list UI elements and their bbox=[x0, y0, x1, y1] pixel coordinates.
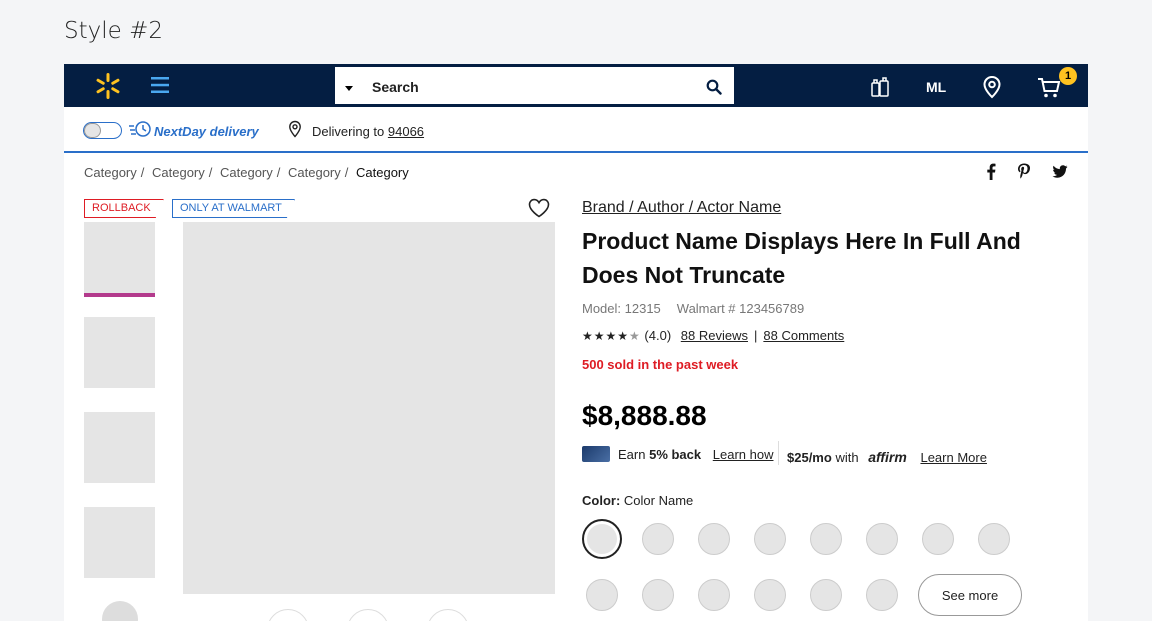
only-at-walmart-flag: ONLY AT WALMART bbox=[172, 199, 295, 218]
main-product-image[interactable] bbox=[183, 222, 555, 594]
rating-value: (4.0) bbox=[644, 328, 672, 343]
favorite-heart-icon[interactable] bbox=[528, 198, 550, 218]
color-swatch[interactable] bbox=[642, 579, 674, 611]
monthly-payment: $25/mo bbox=[787, 450, 832, 465]
with-text: with bbox=[835, 450, 859, 465]
color-swatch[interactable] bbox=[642, 523, 674, 555]
color-swatch[interactable] bbox=[586, 579, 618, 611]
brand-link[interactable]: Brand / Author / Actor Name bbox=[582, 199, 781, 217]
affirm-logo: affirm bbox=[868, 449, 907, 465]
department-dropdown-icon[interactable] bbox=[345, 86, 353, 91]
zip-code-link[interactable]: 94066 bbox=[388, 124, 424, 139]
facebook-icon[interactable] bbox=[986, 163, 996, 180]
page-heading: Style #2 bbox=[64, 18, 163, 44]
thumbnail-scroll-down-button[interactable] bbox=[102, 601, 138, 621]
thumbnail-image[interactable] bbox=[84, 412, 155, 483]
breadcrumb-item[interactable]: Category bbox=[288, 165, 341, 180]
thumbnail-image[interactable] bbox=[84, 317, 155, 388]
walmart-item-number: Walmart # 123456789 bbox=[676, 301, 805, 316]
search-icon[interactable] bbox=[706, 79, 722, 95]
selected-color-name: Color Name bbox=[623, 493, 694, 508]
color-swatch[interactable] bbox=[698, 579, 730, 611]
model-number: Model: 12315 bbox=[582, 301, 661, 316]
color-swatch[interactable] bbox=[754, 579, 786, 611]
color-swatch[interactable] bbox=[866, 523, 898, 555]
nextday-toggle[interactable] bbox=[83, 122, 122, 139]
breadcrumb-item[interactable]: Category bbox=[152, 165, 205, 180]
toggle-knob bbox=[84, 123, 101, 138]
twitter-icon[interactable] bbox=[1052, 163, 1068, 180]
image-pager-dot[interactable] bbox=[347, 609, 389, 621]
breadcrumb-item[interactable]: Category bbox=[84, 165, 137, 180]
search-bar[interactable]: Search bbox=[333, 65, 736, 106]
image-pager-dot[interactable] bbox=[267, 609, 309, 621]
color-swatch[interactable] bbox=[754, 523, 786, 555]
learn-more-link[interactable]: Learn More bbox=[920, 450, 986, 465]
breadcrumb-current: Category bbox=[356, 165, 409, 180]
color-label: Color: Color Name bbox=[582, 493, 694, 508]
reviews-link[interactable]: 88 Reviews bbox=[681, 328, 748, 343]
reorder-icon[interactable] bbox=[869, 75, 891, 99]
sold-count-note: 500 sold in the past week bbox=[582, 357, 739, 372]
location-pin-icon bbox=[289, 120, 301, 138]
color-swatch[interactable] bbox=[698, 523, 730, 555]
nextday-truck-icon bbox=[129, 121, 151, 137]
delivering-prefix: Delivering to bbox=[312, 124, 385, 139]
learn-how-link[interactable]: Learn how bbox=[713, 447, 774, 462]
color-swatch[interactable] bbox=[810, 523, 842, 555]
delivery-bar: NextDay delivery Delivering to 94066 bbox=[64, 107, 1088, 153]
product-price: $8,888.88 bbox=[582, 400, 707, 431]
thumbnail-selected-indicator bbox=[84, 293, 155, 297]
color-swatch[interactable] bbox=[978, 523, 1010, 555]
earn-percent: 5% back bbox=[649, 447, 702, 462]
earn-prefix: Earn bbox=[618, 447, 646, 462]
hamburger-menu-icon[interactable] bbox=[150, 75, 170, 95]
cart-count-badge: 1 bbox=[1059, 67, 1077, 85]
product-title: Product Name Displays Here In Full And D… bbox=[582, 228, 1021, 288]
breadcrumb-item[interactable]: Category bbox=[220, 165, 273, 180]
color-swatch[interactable] bbox=[810, 579, 842, 611]
earn-cashback-offer: Earn 5% back Learn how bbox=[618, 447, 773, 462]
breadcrumb: Category / Category / Category / Category / … bbox=[84, 165, 409, 180]
offer-divider bbox=[778, 441, 779, 465]
walmart-spark-logo[interactable] bbox=[94, 72, 122, 100]
pinterest-icon[interactable] bbox=[1017, 163, 1031, 180]
product-identifiers: Model: 12315 Walmart # 123456789 bbox=[582, 301, 804, 316]
product-page-frame: Search ML 1 NextDay delivery Delivering … bbox=[64, 64, 1088, 621]
rollback-flag: ROLLBACK bbox=[84, 199, 164, 218]
delivering-to-text: Delivering to 94066 bbox=[312, 124, 424, 139]
image-pager-dot[interactable] bbox=[427, 609, 469, 621]
divider: | bbox=[753, 328, 758, 343]
rating-row: ★★★★★ (4.0) 88 Reviews | 88 Comments bbox=[582, 328, 844, 343]
nextday-label[interactable]: NextDay delivery bbox=[154, 124, 259, 139]
color-swatch-selected[interactable] bbox=[582, 519, 622, 559]
store-location-icon[interactable] bbox=[982, 75, 1002, 99]
thumbnail-image[interactable] bbox=[84, 507, 155, 578]
search-input[interactable]: Search bbox=[372, 79, 419, 95]
credit-card-icon bbox=[582, 446, 610, 462]
color-label-key: Color bbox=[582, 493, 616, 508]
affirm-financing-offer: $25/mo with affirm Learn More bbox=[787, 449, 987, 465]
see-more-colors-button[interactable]: See more bbox=[918, 574, 1022, 616]
star-rating[interactable]: ★★★★★ bbox=[582, 329, 641, 343]
comments-link[interactable]: 88 Comments bbox=[763, 328, 844, 343]
color-swatch[interactable] bbox=[866, 579, 898, 611]
cart-icon[interactable] bbox=[1037, 75, 1061, 99]
top-nav-bar: Search ML 1 bbox=[64, 64, 1088, 107]
color-swatch[interactable] bbox=[922, 523, 954, 555]
account-initials[interactable]: ML bbox=[926, 79, 946, 95]
thumbnail-image[interactable] bbox=[84, 222, 155, 293]
